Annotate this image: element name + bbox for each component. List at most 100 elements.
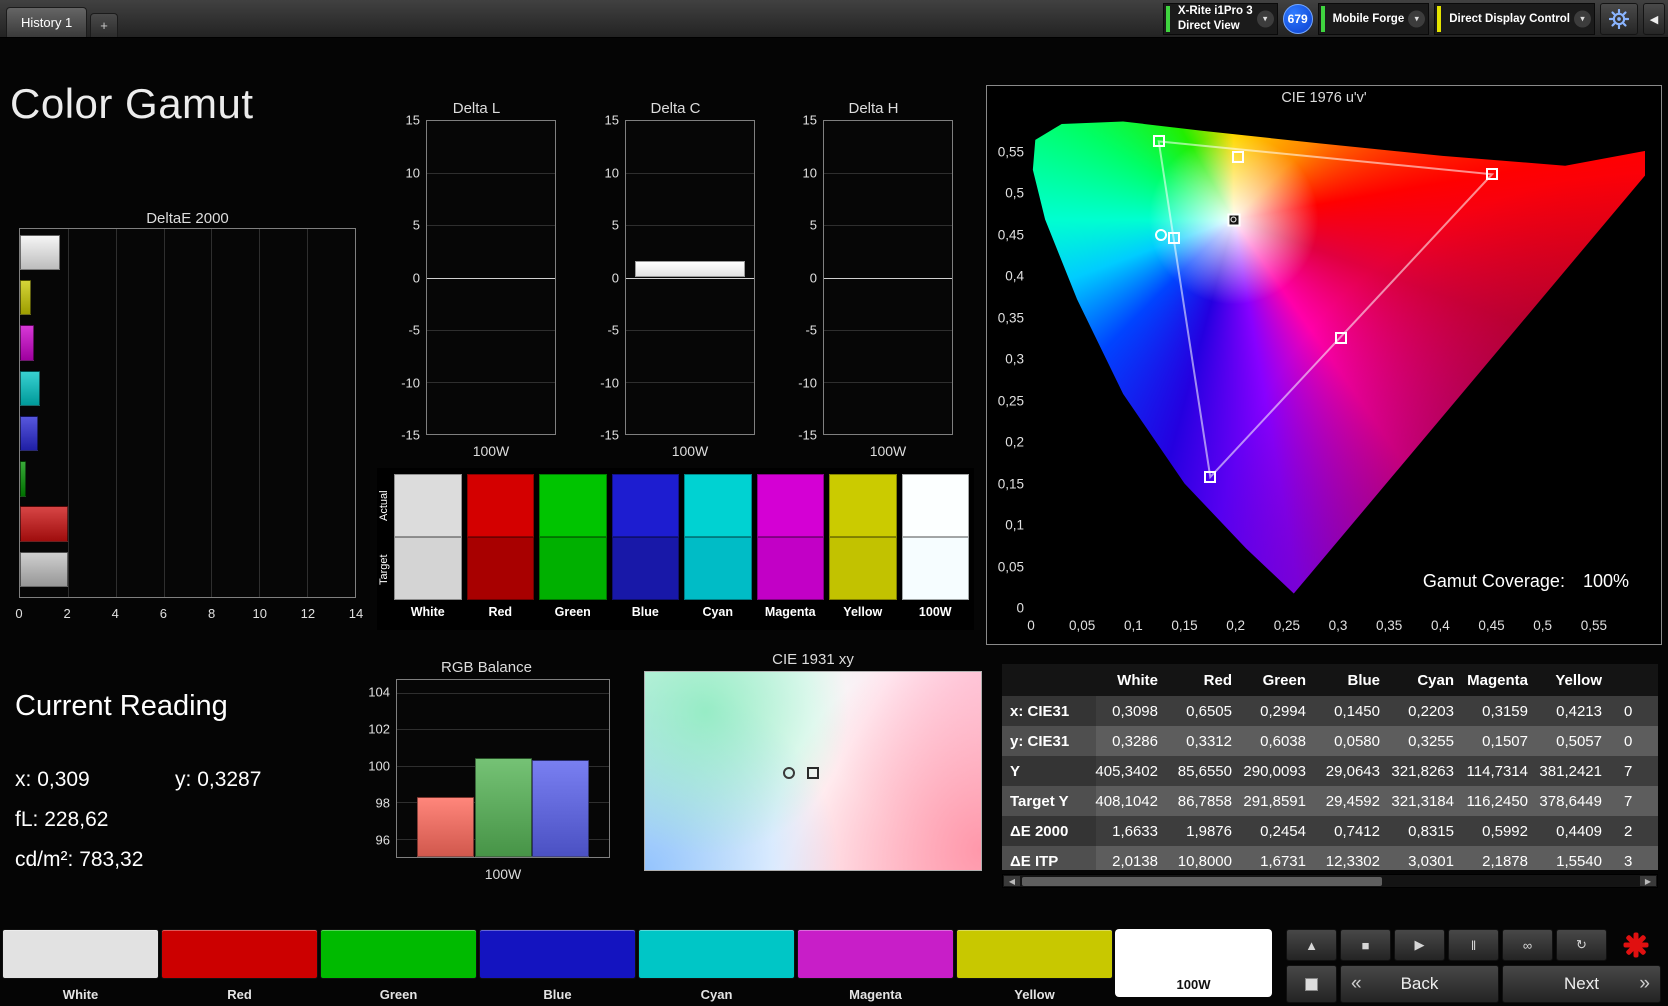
- axis-tick-label: 10: [405, 165, 420, 180]
- scroll-thumb[interactable]: [1022, 877, 1382, 886]
- patch-button-red[interactable]: Red: [161, 929, 318, 1002]
- chevron-down-icon[interactable]: ▾: [1574, 10, 1591, 28]
- axis-tick-label: 0,5: [1533, 618, 1553, 633]
- axis-tick-label: 0,55: [997, 144, 1024, 159]
- actual-swatch: [539, 474, 607, 537]
- deltae-xaxis: 0 2 4 6 8 10 12 14: [15, 604, 363, 622]
- stop-button[interactable]: ■: [1340, 929, 1391, 961]
- add-tab-button[interactable]: +: [90, 13, 118, 37]
- target-swatch: [756, 537, 824, 600]
- patch-label: Blue: [543, 987, 572, 1002]
- scroll-right-button[interactable]: ▶: [1640, 876, 1656, 886]
- axis-tick-label: 0,4: [1430, 618, 1450, 633]
- plot-area: [823, 120, 953, 435]
- table-h-scrollbar[interactable]: ◀ ▶: [1002, 874, 1658, 888]
- table-cell: 116,2450: [1466, 792, 1528, 810]
- patch-button-blue[interactable]: Blue: [479, 929, 636, 1002]
- table-cell: 0,1450: [1334, 702, 1380, 720]
- axis-tick-label: 0: [1016, 600, 1024, 616]
- play-button[interactable]: ▶: [1394, 929, 1445, 961]
- meter-line1: X-Rite i1Pro 3: [1177, 5, 1253, 18]
- chart-title: CIE 1931 xy: [772, 651, 854, 668]
- meter-label: Mobile Forge: [1333, 12, 1405, 27]
- patch-swatch: [479, 929, 636, 979]
- meter-xrite-i1pro3[interactable]: X-Rite i1Pro 3 Direct View ▾: [1162, 3, 1278, 35]
- column-header: [1002, 664, 1096, 696]
- table-header-row: White Red Green Blue Cyan Magenta Yellow: [1002, 664, 1658, 696]
- axis-tick-label: 0,5: [1005, 185, 1024, 201]
- delta-bar: [634, 260, 746, 278]
- stop-button-large[interactable]: [1286, 965, 1337, 1003]
- patch-button-white[interactable]: White: [2, 929, 159, 1002]
- patch-button-yellow[interactable]: Yellow: [956, 929, 1113, 1002]
- table-body: x: CIE31 0,3098 0,6505 0,2994 0,1450 0,2203 0,…: [1002, 696, 1658, 870]
- row-label: x: CIE31: [1002, 696, 1096, 726]
- deltae-bar-white: [20, 234, 60, 271]
- gridline: [67, 229, 69, 597]
- deltae-bar-red: [20, 506, 68, 542]
- table-row: y: CIE31 0,3286 0,3312 0,6038 0,0580 0,3255 0,…: [1002, 726, 1658, 756]
- cd-value: 783,32: [79, 848, 144, 871]
- target-swatch: [829, 537, 897, 600]
- chevron-down-icon[interactable]: ▾: [1256, 10, 1274, 28]
- settings-button[interactable]: [1600, 3, 1638, 35]
- patch-swatch: [638, 929, 795, 979]
- table-cell: 408,1042: [1095, 792, 1158, 810]
- gridline: [626, 277, 754, 279]
- deltae-bar-magenta: [20, 325, 35, 361]
- deltae-plot: [19, 228, 356, 598]
- table-cell: 291,8591: [1243, 792, 1306, 810]
- actual-swatch: [829, 474, 897, 537]
- gridline: [307, 229, 309, 597]
- transport-controls: ▲ ■ ▶ ‖ ∞ ↻ « Back Next »: [1286, 929, 1662, 1003]
- next-button[interactable]: Next »: [1502, 965, 1661, 1003]
- table-cell: 0,5992: [1482, 822, 1528, 840]
- gridline: [824, 381, 952, 383]
- meter-direct-display-control[interactable]: Direct Display Control ▾: [1434, 3, 1595, 35]
- axis-tick-label: 8: [207, 606, 216, 621]
- y-axis: 15 10 5 0 -5 -10 -15: [593, 113, 622, 443]
- table-cell: 0,3098: [1112, 702, 1158, 720]
- pause-button[interactable]: ‖: [1448, 929, 1499, 961]
- target-row-label: Target: [378, 554, 390, 586]
- patch-label: Green: [379, 987, 418, 1002]
- axis-tick-label: 0: [15, 606, 23, 621]
- axis-tick-label: 15: [604, 112, 619, 128]
- gamut-marker-red-primary: [1486, 168, 1499, 181]
- cie1976-panel: CIE 1976 u'v' 0 0,05 0,1 0,15 0,2 0,25 0,3 0,35…: [986, 85, 1662, 645]
- tab-history-1[interactable]: History 1: [6, 7, 88, 37]
- measurement-table: White Red Green Blue Cyan Magenta Yellow x: CI…: [1002, 664, 1658, 870]
- patch-row: White Red Green Blue Cyan Magenta Yellow 100W: [2, 929, 1272, 1002]
- column-header: Cyan: [1417, 671, 1454, 689]
- table-cell: 1,6731: [1260, 852, 1306, 870]
- patch-button-100w[interactable]: 100W: [1115, 929, 1272, 997]
- meter-line1: Mobile Forge: [1332, 12, 1405, 25]
- back-button[interactable]: « Back: [1340, 965, 1499, 1003]
- meter-mobile-forge[interactable]: Mobile Forge ▾: [1317, 3, 1430, 35]
- table-cell: 0,4409: [1556, 822, 1602, 840]
- alert-asterisk-button[interactable]: [1610, 929, 1661, 961]
- patch-button-green[interactable]: Green: [320, 929, 477, 1002]
- axis-tick-label: 0,25: [997, 393, 1024, 408]
- patch-button-magenta[interactable]: Magenta: [797, 929, 954, 1002]
- axis-tick-label: 10: [252, 606, 267, 621]
- table-cell: 0,3159: [1482, 702, 1528, 720]
- chevron-down-icon[interactable]: ▾: [1408, 10, 1426, 28]
- continuous-button[interactable]: ∞: [1502, 929, 1553, 961]
- axis-tick-label: -15: [401, 427, 420, 443]
- axis-tick-label: 0,2: [1226, 618, 1246, 633]
- cie1976-plot: [1031, 110, 1645, 608]
- scroll-left-button[interactable]: ◀: [1004, 876, 1020, 886]
- collapse-up-button[interactable]: ▲: [1286, 929, 1337, 961]
- table-cell: 1,6633: [1112, 822, 1158, 840]
- actual-swatch: [901, 474, 969, 537]
- row-label: y: CIE31: [1002, 726, 1096, 756]
- collapse-panel-button[interactable]: ◀: [1643, 3, 1665, 35]
- axis-tick-label: 0,2: [1005, 434, 1024, 450]
- swatch-label: Green: [554, 605, 591, 619]
- patch-swatch: [797, 929, 954, 979]
- patch-button-cyan[interactable]: Cyan: [638, 929, 795, 1002]
- topbar-cluster: X-Rite i1Pro 3 Direct View ▾ 679 Mobile Forg…: [1162, 3, 1665, 35]
- current-reading: Current Reading x: 0,309 y: 0,3287 fL: 2…: [15, 690, 345, 871]
- refresh-button[interactable]: ↻: [1556, 929, 1607, 961]
